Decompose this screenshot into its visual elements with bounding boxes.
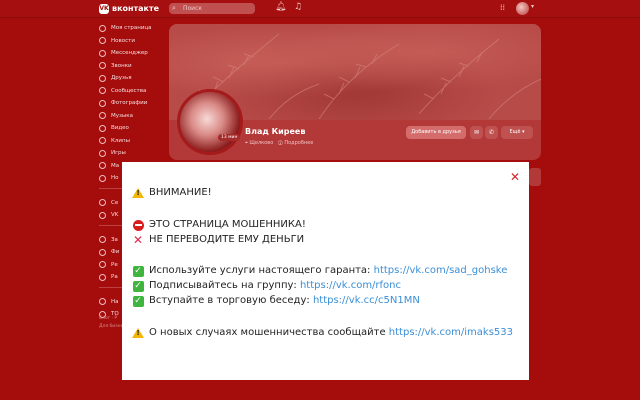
check-icon: ✓ <box>132 265 144 277</box>
check-icon: ✓ <box>132 280 144 292</box>
guarantor-link[interactable]: https://vk.com/sad_gohske <box>374 264 508 278</box>
profile-details-link[interactable]: Подробнее <box>284 140 313 146</box>
online-status-badge: 13 мин <box>218 134 241 141</box>
warning-icon <box>132 327 144 339</box>
message-button[interactable]: ✉ <box>470 126 483 139</box>
bell-icon[interactable]: 🔔︎ <box>275 2 286 12</box>
profile-avatar[interactable] <box>177 89 243 155</box>
music-icon <box>99 112 106 120</box>
work-icon <box>99 273 106 281</box>
info-icon: ⓘ <box>278 140 283 146</box>
settings-icon <box>99 298 106 306</box>
avatar[interactable] <box>516 2 529 15</box>
vk-logo[interactable]: VK вконтакте <box>99 2 159 15</box>
tip-guarantor: ✓ Используйте услуги настоящего гаранта:… <box>132 264 507 278</box>
close-icon[interactable]: ✕ <box>509 171 521 183</box>
sidebar-item-communities[interactable]: Сообщества <box>99 85 165 98</box>
tip-chat: ✓ Вступайте в торговую беседу: https://v… <box>132 294 420 308</box>
vk-logo-text: вконтакте <box>112 4 160 13</box>
ads-icon <box>99 261 106 269</box>
cross-icon: ✕ <box>132 233 144 247</box>
new-icon <box>99 174 106 182</box>
clips-icon <box>99 137 106 145</box>
more-button[interactable]: Ещё ▾ <box>501 126 533 139</box>
call-button[interactable]: ✆ <box>485 126 498 139</box>
side-panel-edge <box>529 168 541 186</box>
chevron-down-icon: ▾ <box>522 129 525 135</box>
user-icon <box>99 24 106 32</box>
sidebar-item-clips[interactable]: Клипы <box>99 135 165 148</box>
profile-location: Щелково <box>249 140 274 146</box>
footer-links[interactable]: Блог · Р <box>99 316 117 321</box>
music-icon[interactable]: ♫ <box>294 2 302 12</box>
bookmark-icon <box>99 236 106 244</box>
vk-logo-icon: VK <box>99 3 109 14</box>
friends-icon <box>99 74 106 82</box>
top-bar: VK вконтакте ⌕ Поиск 🔔︎ ♫ ⁞⁞ ▾ <box>0 0 640 18</box>
profile-card: 13 мин Влад Киреев ⌖ Щелково ⓘ Подробнее… <box>169 24 541 160</box>
chevron-down-icon[interactable]: ▾ <box>531 3 534 10</box>
vk-icon <box>99 211 106 219</box>
phone-icon <box>99 62 106 70</box>
sidebar-item-games[interactable]: Игры <box>99 147 165 160</box>
search-placeholder: Поиск <box>183 5 203 12</box>
sidebar-item-my-page[interactable]: Моя страница <box>99 22 165 35</box>
group-link[interactable]: https://vk.com/rfonc <box>300 279 401 293</box>
sidebar-item-photos[interactable]: Фотографии <box>99 97 165 110</box>
profile-meta: ⌖ Щелково ⓘ Подробнее <box>245 140 313 146</box>
location-icon: ⌖ <box>245 140 248 146</box>
report-link[interactable]: https://vk.com/imaks533 <box>389 326 513 340</box>
add-friend-button[interactable]: Добавить в друзья <box>406 126 466 139</box>
news-icon <box>99 37 106 45</box>
games-icon <box>99 149 106 157</box>
sidebar-item-messenger[interactable]: Мессенджер <box>99 47 165 60</box>
search-input[interactable]: ⌕ Поиск <box>169 3 255 14</box>
apps-icon[interactable]: ⁞⁞ <box>500 3 505 12</box>
warning-title: ВНИМАНИЕ! <box>132 186 212 200</box>
sidebar-item-video[interactable]: Видео <box>99 122 165 135</box>
tip-group: ✓ Подписывайтесь на группу: https://vk.c… <box>132 279 401 293</box>
fraud-notice: ЭТО СТРАНИЦА МОШЕННИКА! <box>132 218 306 232</box>
no-money-notice: ✕ НЕ ПЕРЕВОДИТЕ ЕМУ ДЕНЬГИ <box>132 233 305 247</box>
sidebar-item-news[interactable]: Новости <box>99 35 165 48</box>
profile-name: Влад Киреев <box>245 127 306 136</box>
search-icon: ⌕ <box>172 4 176 12</box>
warning-icon <box>132 187 144 199</box>
sidebar-item-friends[interactable]: Друзья <box>99 72 165 85</box>
no-entry-icon <box>132 219 144 231</box>
file-icon <box>99 248 106 256</box>
photo-icon <box>99 99 106 107</box>
service-icon <box>99 199 106 207</box>
report-notice: О новых случаях мошенничества сообщайте … <box>132 326 513 340</box>
scam-warning-modal: ✕ ВНИМАНИЕ! ЭТО СТРАНИЦА МОШЕННИКА! ✕ НЕ… <box>122 162 529 380</box>
check-icon: ✓ <box>132 295 144 307</box>
message-icon: ✉ <box>473 129 480 136</box>
message-icon <box>99 49 106 57</box>
market-icon <box>99 162 106 170</box>
chat-link[interactable]: https://vk.cc/c5N1MN <box>313 294 420 308</box>
sidebar-item-calls[interactable]: Звонки <box>99 60 165 73</box>
communities-icon <box>99 87 106 95</box>
video-icon <box>99 124 106 132</box>
phone-icon: ✆ <box>488 129 495 136</box>
sidebar-item-music[interactable]: Музыка <box>99 110 165 123</box>
